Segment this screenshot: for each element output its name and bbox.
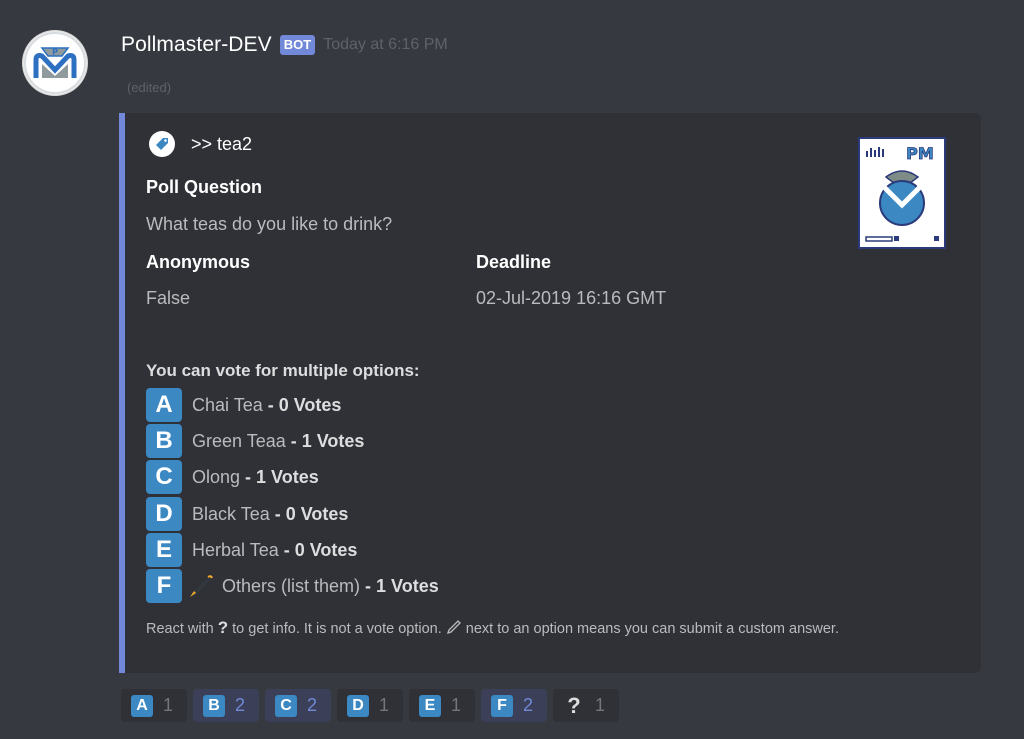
regional-indicator-f-icon: F [146, 569, 182, 603]
option-label: Chai Tea [192, 394, 263, 415]
reaction-a[interactable]: A 1 [121, 689, 187, 722]
field-name-deadline: Deadline [476, 252, 552, 272]
reaction-count: 2 [523, 695, 534, 715]
message-header: Pollmaster-DEV BOT Today at 6:16 PM [121, 33, 448, 57]
field-value-anonymous: False [146, 288, 191, 308]
option-label: Green Teaa [192, 430, 286, 451]
regional-indicator-c-icon: C [275, 694, 297, 717]
bot-avatar[interactable]: P [22, 30, 88, 96]
regional-indicator-b-icon: B [146, 424, 182, 458]
reaction-count: 1 [451, 695, 462, 715]
reaction-count: 1 [379, 695, 390, 715]
footer-text: next to an option means you can submit a… [465, 621, 839, 637]
tag-icon [149, 131, 175, 157]
poll-document-icon: PM [858, 137, 946, 249]
regional-indicator-a-icon: A [146, 388, 182, 422]
reaction-count: 1 [595, 695, 606, 715]
embed-author: >> tea2 [149, 131, 252, 157]
option-label: Others (list them) [222, 575, 361, 596]
pollmaster-logo-icon: P [24, 32, 86, 94]
reaction-e[interactable]: E 1 [409, 689, 475, 722]
fountain-pen-icon [190, 575, 213, 597]
question-mark-icon: ? [567, 692, 581, 718]
embed-footer: React with ? to get info. It is not a vo… [146, 618, 946, 639]
options-title: You can vote for multiple options: [146, 361, 420, 380]
option-votes: - 1 Votes [290, 430, 365, 451]
poll-option-a: A Chai Tea - 0 Votes [146, 387, 341, 423]
edited-label: (edited) [127, 80, 172, 95]
option-votes: - 0 Votes [274, 503, 349, 524]
reaction-f[interactable]: F 2 [481, 689, 547, 722]
regional-indicator-a-icon: A [131, 694, 153, 717]
regional-indicator-f-icon: F [491, 694, 513, 717]
regional-indicator-e-icon: E [146, 533, 182, 567]
reaction-question[interactable]: ? 1 [553, 689, 619, 722]
poll-option-d: D Black Tea - 0 Votes [146, 496, 348, 532]
regional-indicator-d-icon: D [347, 694, 369, 717]
option-votes: - 0 Votes [283, 539, 358, 560]
poll-option-b: B Green Teaa - 1 Votes [146, 423, 364, 459]
question-mark-icon: ? [217, 618, 229, 637]
reaction-c[interactable]: C 2 [265, 689, 331, 722]
option-label: Herbal Tea [192, 539, 279, 560]
option-label: Black Tea [192, 503, 270, 524]
reaction-b[interactable]: B 2 [193, 689, 259, 722]
reaction-count: 2 [307, 695, 318, 715]
svg-text:P: P [52, 48, 58, 57]
option-votes: - 0 Votes [267, 394, 342, 415]
reaction-count: 2 [235, 695, 246, 715]
timestamp: Today at 6:16 PM [323, 36, 448, 53]
field-name-question: Poll Question [146, 177, 263, 197]
pencil-icon [446, 620, 461, 635]
regional-indicator-b-icon: B [203, 694, 225, 717]
option-votes: - 1 Votes [365, 575, 439, 596]
regional-indicator-d-icon: D [146, 497, 182, 531]
reaction-d[interactable]: D 1 [337, 689, 403, 722]
regional-indicator-e-icon: E [419, 694, 441, 717]
field-value-question: What teas do you like to drink? [146, 214, 393, 234]
poll-option-c: C Olong - 1 Votes [146, 459, 319, 495]
field-value-deadline: 02-Jul-2019 16:16 GMT [476, 288, 667, 308]
option-label: Olong [192, 466, 241, 487]
poll-embed: >> tea2 PM Poll Question What teas do yo… [119, 113, 981, 673]
embed-author-name: >> tea2 [191, 133, 253, 154]
poll-option-f: F Others (list them) - 1 Votes [146, 568, 439, 604]
poll-option-e: E Herbal Tea - 0 Votes [146, 532, 357, 568]
footer-text: to get info. It is not a vote option. [232, 621, 442, 637]
bot-tag: BOT [279, 35, 316, 55]
pollmaster-thumbnail[interactable]: PM [858, 137, 946, 249]
username[interactable]: Pollmaster-DEV [121, 33, 272, 57]
regional-indicator-c-icon: C [146, 460, 182, 494]
footer-text: React with [146, 621, 214, 637]
option-votes: - 1 Votes [245, 466, 319, 487]
field-name-anonymous: Anonymous [146, 252, 251, 272]
reaction-count: 1 [163, 695, 174, 715]
thumbnail-text: PM [906, 144, 934, 163]
reactions-bar: A 1 B 2 C 2 D 1 E 1 F 2 ? 1 [121, 689, 619, 722]
